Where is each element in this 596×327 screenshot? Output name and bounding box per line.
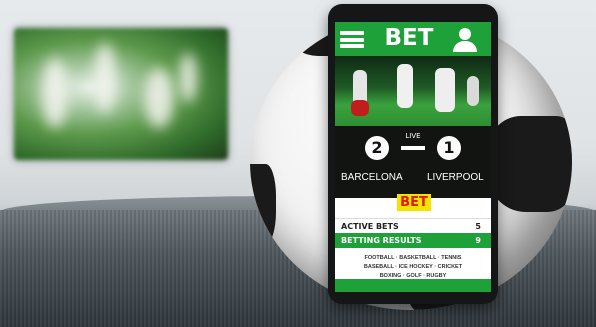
- home-team: BARCELONA: [341, 172, 403, 183]
- app-screen: BET 2 LIVE 1 BARCELONA LIVERPOOL BET ACT…: [335, 22, 491, 292]
- betting-results-count: 9: [475, 236, 481, 245]
- live-label: LIVE: [405, 132, 421, 140]
- scoreboard: 2 LIVE 1 BARCELONA LIVERPOOL: [335, 126, 491, 198]
- app-footer-bar: [335, 279, 491, 292]
- betting-results-row[interactable]: BETTING RESULTS 9: [335, 233, 491, 248]
- away-score: 1: [437, 136, 461, 160]
- home-score: 2: [365, 136, 389, 160]
- sports-line-2: BASEBALL · ICE HOCKEY · CRICKET: [363, 264, 463, 270]
- sports-list: FOOTBALL · BASKETBALL · TENNIS BASEBALL …: [335, 254, 491, 281]
- active-bets-row[interactable]: ACTIVE BETS 5: [335, 218, 491, 234]
- sports-line-1: FOOTBALL · BASKETBALL · TENNIS: [364, 255, 462, 261]
- score-dash: [401, 146, 425, 150]
- app-title: BET: [384, 25, 434, 51]
- active-bets-label: ACTIVE BETS: [341, 222, 399, 231]
- bet-button[interactable]: BET: [397, 194, 431, 211]
- match-photo: [335, 56, 491, 126]
- user-icon[interactable]: [452, 28, 478, 52]
- away-team: LIVERPOOL: [427, 172, 484, 183]
- smartphone: BET 2 LIVE 1 BARCELONA LIVERPOOL BET ACT…: [328, 4, 498, 304]
- active-bets-count: 5: [475, 222, 481, 231]
- tv-screen: [14, 28, 228, 160]
- betting-results-label: BETTING RESULTS: [341, 236, 422, 245]
- background-scene: BET 2 LIVE 1 BARCELONA LIVERPOOL BET ACT…: [0, 0, 596, 327]
- hamburger-menu-icon[interactable]: [340, 31, 364, 48]
- app-header: BET: [335, 22, 491, 56]
